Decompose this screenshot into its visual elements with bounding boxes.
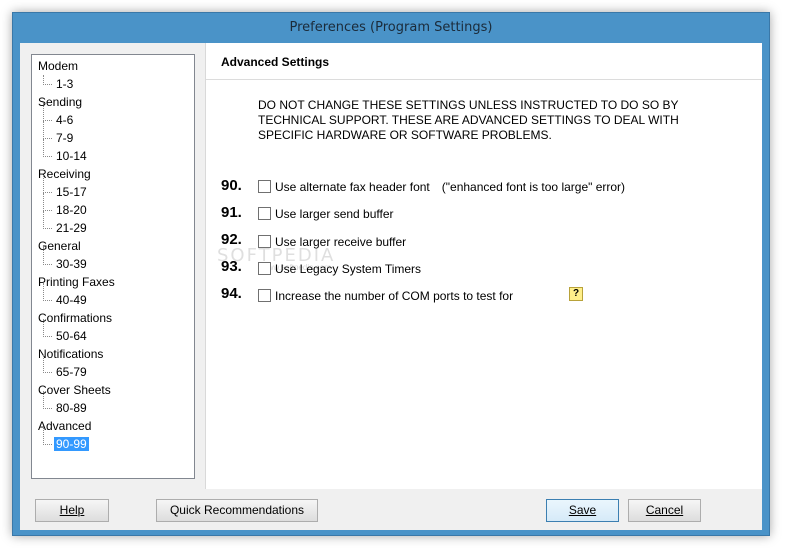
quick-recommendations-button[interactable]: Quick Recommendations xyxy=(156,499,318,522)
setting-row-94[interactable]: Increase the number of COM ports to test… xyxy=(258,288,513,304)
setting-label-90: Use alternate fax header font xyxy=(275,180,430,194)
tree-node-modem[interactable]: Modem xyxy=(38,57,78,75)
tree-item-15-17[interactable]: 15-17 xyxy=(43,175,89,201)
window-client-area: Modem 1-3 Sending 4-6 7-9 10-14 Receivin… xyxy=(20,43,762,530)
tree-item-90-99[interactable]: 90-99 xyxy=(43,427,89,453)
tree-item-1-3[interactable]: 1-3 xyxy=(43,75,75,93)
tree-item-30-39[interactable]: 30-39 xyxy=(43,247,89,273)
tree-item-4-6[interactable]: 4-6 xyxy=(43,103,75,129)
setting-row-93[interactable]: Use Legacy System Timers xyxy=(258,261,421,277)
tree-item-65-79[interactable]: 65-79 xyxy=(43,355,89,381)
setting-label-91: Use larger send buffer xyxy=(275,207,394,221)
cancel-button[interactable]: Cancel xyxy=(628,499,701,522)
warning-text: DO NOT CHANGE THESE SETTINGS UNLESS INST… xyxy=(258,98,679,142)
tree-item-18-20[interactable]: 18-20 xyxy=(43,193,89,219)
help-button[interactable]: Help xyxy=(35,499,109,522)
window-title: Preferences (Program Settings) xyxy=(289,20,493,35)
panel-header: Advanced Settings xyxy=(206,43,762,80)
setting-number-90: 90. xyxy=(221,177,242,194)
checkbox-alternate-fax-header-font[interactable] xyxy=(258,180,271,193)
checkbox-increase-com-ports[interactable] xyxy=(258,289,271,302)
preferences-window: Preferences (Program Settings) Modem 1-3… xyxy=(12,12,770,536)
advanced-settings-panel: Advanced Settings DO NOT CHANGE THESE SE… xyxy=(205,43,762,489)
setting-label-94: Increase the number of COM ports to test… xyxy=(275,289,514,303)
tree-item-21-29[interactable]: 21-29 xyxy=(43,211,89,237)
save-button[interactable]: Save xyxy=(546,499,619,522)
setting-note-90: ("enhanced font is too large" error) xyxy=(441,180,626,194)
tree-item-40-49[interactable]: 40-49 xyxy=(43,283,89,309)
panel-title: Advanced Settings xyxy=(221,55,330,69)
tree-item-80-89[interactable]: 80-89 xyxy=(43,391,89,417)
tree-item-7-9[interactable]: 7-9 xyxy=(43,121,75,147)
setting-number-91: 91. xyxy=(221,204,242,221)
checkbox-larger-send-buffer[interactable] xyxy=(258,207,271,220)
checkbox-larger-receive-buffer[interactable] xyxy=(258,235,271,248)
tree-item-50-64[interactable]: 50-64 xyxy=(43,319,89,345)
setting-number-92: 92. xyxy=(221,231,242,248)
setting-number-93: 93. xyxy=(221,258,242,275)
tree-item-10-14[interactable]: 10-14 xyxy=(43,139,89,165)
setting-label-93: Use Legacy System Timers xyxy=(275,262,422,276)
setting-row-91[interactable]: Use larger send buffer xyxy=(258,206,394,222)
setting-number-94: 94. xyxy=(221,285,242,302)
settings-category-tree[interactable]: Modem 1-3 Sending 4-6 7-9 10-14 Receivin… xyxy=(31,54,195,479)
question-mark-icon[interactable]: ? xyxy=(569,287,583,301)
checkbox-legacy-system-timers[interactable] xyxy=(258,262,271,275)
setting-row-90[interactable]: Use alternate fax header font ("enhanced … xyxy=(258,179,625,195)
setting-row-92[interactable]: Use larger receive buffer xyxy=(258,234,406,250)
setting-label-92: Use larger receive buffer xyxy=(275,235,407,249)
